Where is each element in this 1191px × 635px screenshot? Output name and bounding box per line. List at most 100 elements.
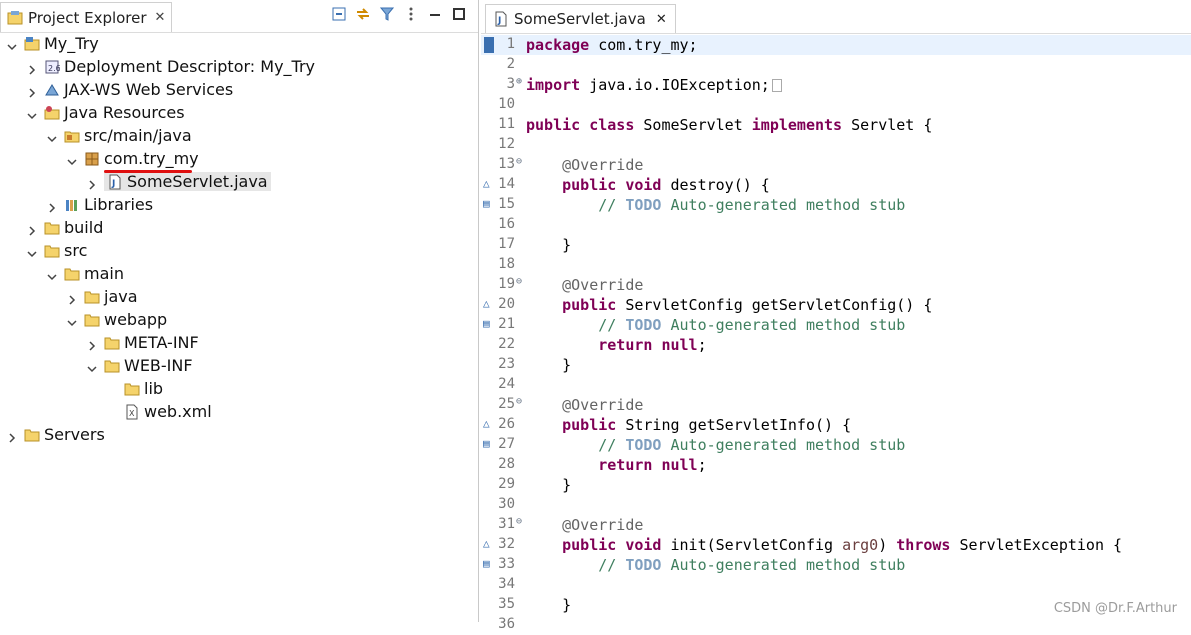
tree-item-src[interactable]: src (26, 239, 87, 262)
code-line[interactable]: △ 14 public void destroy() { (481, 175, 1191, 195)
tree-item-web-inf[interactable]: WEB-INF (86, 354, 193, 377)
tree-item-libraries[interactable]: Libraries (46, 193, 153, 216)
code-text: @Override (562, 516, 644, 534)
tree-item-label: META-INF (124, 333, 199, 352)
code-line[interactable]: ▤ 27 // TODO Auto-generated method stub (481, 435, 1191, 455)
tree-item-deployment-descriptor[interactable]: 2.6 Deployment Descriptor: My_Try (26, 55, 315, 78)
package-icon (84, 151, 100, 167)
tree-item-meta-inf[interactable]: META-INF (86, 331, 199, 354)
code-line[interactable]: 2 (481, 55, 1191, 75)
tab-project-explorer[interactable]: Project Explorer ✕ (0, 2, 173, 32)
chevron-down-icon[interactable] (46, 268, 58, 280)
tree-item-jax-ws[interactable]: JAX-WS Web Services (26, 78, 233, 101)
tree-item-build[interactable]: build (26, 216, 103, 239)
chevron-down-icon[interactable] (26, 107, 38, 119)
chevron-right-icon[interactable] (66, 291, 78, 305)
close-icon[interactable]: ✕ (155, 10, 166, 25)
code-line[interactable]: ▤ 21 // TODO Auto-generated method stub (481, 315, 1191, 335)
maximize-icon[interactable] (452, 6, 466, 20)
chevron-down-icon[interactable] (6, 38, 18, 50)
chevron-down-icon[interactable] (26, 245, 38, 257)
code-line[interactable]: 36 (481, 615, 1191, 635)
code-line[interactable]: 1 package com.try_my; (481, 35, 1191, 55)
code-line[interactable]: 12 (481, 135, 1191, 155)
tree-item-java-resources[interactable]: Java Resources (26, 101, 185, 124)
tree-item-webapp[interactable]: webapp (66, 308, 167, 331)
tree-item-servers[interactable]: Servers (6, 423, 105, 446)
code-line[interactable]: 18 (481, 255, 1191, 275)
code-line[interactable]: 30 (481, 495, 1191, 515)
code-line[interactable]: 13 ⊖ @Override (481, 155, 1191, 175)
tree-item-main[interactable]: main (46, 262, 124, 285)
code-line[interactable]: △ 32 public void init(ServletConfig arg0)… (481, 535, 1191, 555)
chevron-down-icon[interactable] (66, 314, 78, 326)
code-text: return null; (598, 456, 707, 474)
chevron-down-icon[interactable] (86, 360, 98, 372)
code-line[interactable]: 3 ⊕ import java.io.IOException; (481, 75, 1191, 95)
tree-item-label: lib (144, 379, 164, 398)
tab-someservlet-java[interactable]: J SomeServlet.java ✕ (485, 4, 676, 33)
code-line[interactable]: △ 26 public String getServletInfo() { (481, 415, 1191, 435)
folder-icon (44, 243, 60, 259)
minimize-icon[interactable] (428, 6, 442, 20)
tree-item-someservlet-java[interactable]: J SomeServlet.java (86, 170, 271, 193)
fold-collapse-icon[interactable]: ⊖ (516, 516, 522, 527)
selected-item[interactable]: J SomeServlet.java (104, 172, 271, 191)
chevron-right-icon[interactable] (6, 429, 18, 443)
code-line[interactable]: 25 ⊖ @Override (481, 395, 1191, 415)
tree-item-web-xml[interactable]: X web.xml (124, 400, 212, 423)
tree-item-label: My_Try (44, 34, 99, 53)
fold-collapse-icon[interactable]: ⊖ (516, 396, 522, 407)
tree-item-java[interactable]: java (66, 285, 138, 308)
tree-item-my-try[interactable]: My_Try (6, 32, 99, 55)
watermark: CSDN @Dr.F.Arthur (1053, 601, 1177, 616)
code-line[interactable]: 24 (481, 375, 1191, 395)
folder-icon (64, 266, 80, 282)
line-number: 22 (498, 336, 515, 352)
fold-expand-icon[interactable]: ⊕ (516, 76, 522, 87)
code-line[interactable]: 31 ⊖ @Override (481, 515, 1191, 535)
code-text: public class SomeServlet implements Serv… (526, 116, 933, 134)
code-line[interactable]: △ 20 public ServletConfig getServletConfi… (481, 295, 1191, 315)
code-line[interactable]: 29 } (481, 475, 1191, 495)
tree-item-label: web.xml (144, 402, 212, 421)
code-line[interactable]: ▤ 15 // TODO Auto-generated method stub (481, 195, 1191, 215)
close-icon[interactable]: ✕ (656, 12, 667, 27)
code-line[interactable]: 22 return null; (481, 335, 1191, 355)
fold-collapse-icon[interactable]: ⊖ (516, 276, 522, 287)
chevron-right-icon[interactable] (26, 84, 38, 98)
code-line[interactable]: 10 (481, 95, 1191, 115)
tree-item-label: java (104, 287, 138, 306)
filter-icon[interactable] (379, 6, 395, 21)
code-line[interactable]: 19 ⊖ @Override (481, 275, 1191, 295)
code-line[interactable]: 17 } (481, 235, 1191, 255)
view-menu-icon[interactable] (404, 6, 418, 21)
collapse-all-icon[interactable] (332, 6, 346, 21)
chevron-right-icon[interactable] (86, 176, 98, 190)
chevron-right-icon[interactable] (26, 61, 38, 75)
code-text: } (526, 236, 572, 254)
code-line[interactable]: 23 } (481, 355, 1191, 375)
code-line[interactable]: ▤ 33 // TODO Auto-generated method stub (481, 555, 1191, 575)
chevron-down-icon[interactable] (46, 130, 58, 142)
fold-collapse-icon[interactable]: ⊖ (516, 156, 522, 167)
folded-imports-icon[interactable] (771, 79, 782, 92)
code-text: package com.try_my; (526, 36, 698, 54)
tree-item-src-main-java[interactable]: src/main/java (46, 124, 192, 147)
tree-item-package-com-try-my[interactable]: com.try_my (66, 147, 199, 170)
code-line[interactable]: 11 public class SomeServlet implements Se… (481, 115, 1191, 135)
chevron-right-icon[interactable] (26, 222, 38, 236)
code-text: // TODO Auto-generated method stub (598, 196, 906, 214)
line-number: 27 (498, 436, 515, 452)
chevron-right-icon[interactable] (86, 337, 98, 351)
code-text: // TODO Auto-generated method stub (598, 316, 906, 334)
tree-item-lib[interactable]: lib (124, 377, 163, 400)
code-line[interactable]: 34 (481, 575, 1191, 595)
code-line[interactable]: 28 return null; (481, 455, 1191, 475)
chevron-down-icon[interactable] (66, 153, 78, 165)
source-folder-icon (64, 128, 80, 144)
code-line[interactable]: 16 (481, 215, 1191, 235)
link-with-editor-icon[interactable] (356, 6, 370, 20)
chevron-right-icon[interactable] (46, 199, 58, 213)
code-editor[interactable]: 1 package com.try_my; 2 3 ⊕ import java.io.IO… (481, 33, 1191, 632)
